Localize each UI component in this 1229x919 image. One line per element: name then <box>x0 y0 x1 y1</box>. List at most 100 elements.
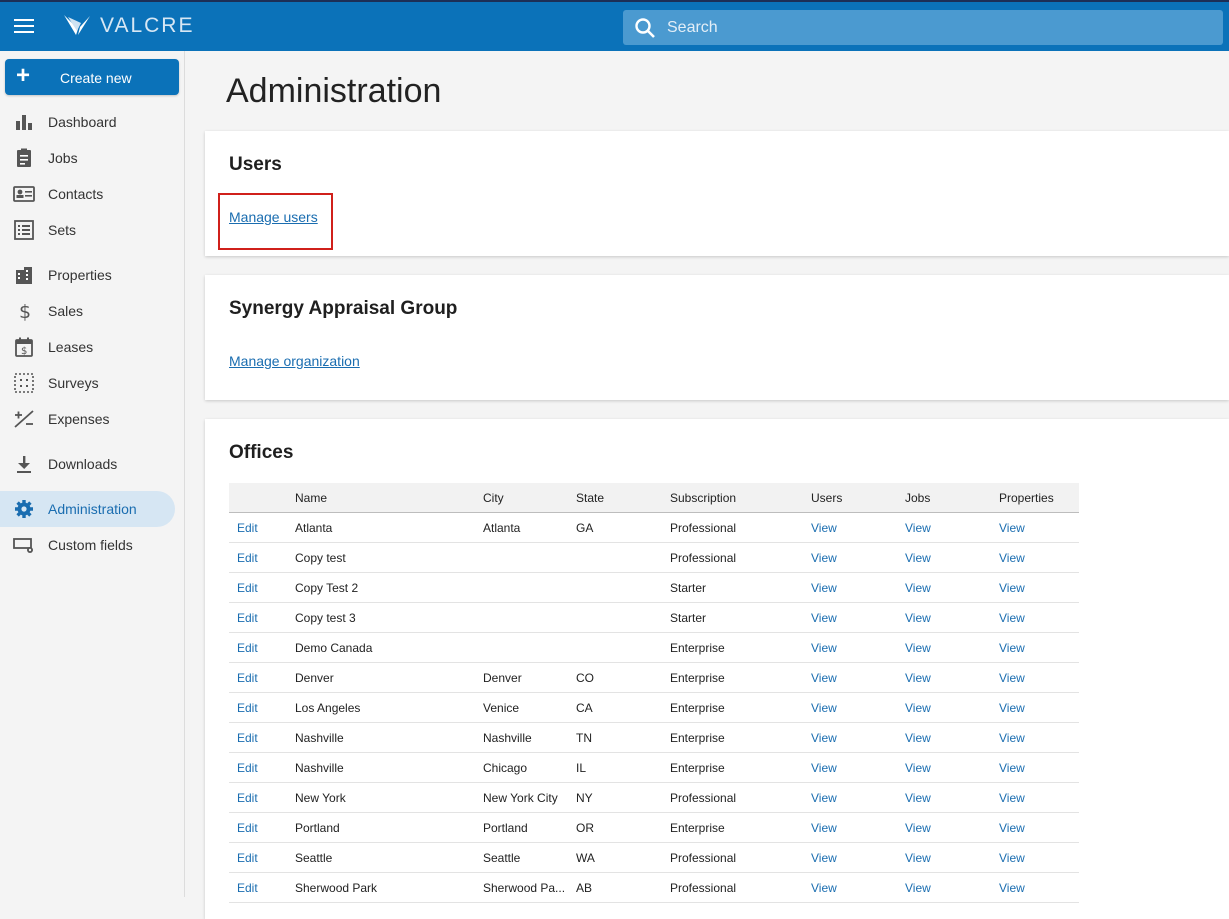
view-properties-link[interactable]: View <box>999 542 1079 573</box>
view-properties-link[interactable]: View <box>999 662 1079 693</box>
table-row: Edit Los Angeles Venice CA Enterprise View Vie… <box>229 692 1079 723</box>
view-properties-link[interactable]: View <box>999 512 1079 543</box>
view-users-link[interactable]: View <box>811 632 905 663</box>
sidebar-item-dashboard[interactable]: Dashboard <box>0 104 175 140</box>
view-properties-link[interactable]: View <box>999 752 1079 783</box>
view-users-link[interactable]: View <box>811 722 905 753</box>
search-bar[interactable] <box>623 10 1223 45</box>
sidebar-item-leases[interactable]: $ Leases <box>0 329 175 365</box>
users-card: Users Manage users <box>205 131 1229 256</box>
view-properties-link[interactable]: View <box>999 842 1079 873</box>
create-new-label: Create new <box>60 70 132 86</box>
view-jobs-link[interactable]: View <box>905 782 999 813</box>
view-jobs-link[interactable]: View <box>905 692 999 723</box>
sidebar-item-label: Sales <box>48 303 84 319</box>
edit-link[interactable]: Edit <box>229 512 295 543</box>
view-jobs-link[interactable]: View <box>905 662 999 693</box>
sidebar-item-label: Jobs <box>48 150 78 166</box>
sidebar-item-administration[interactable]: Administration <box>0 491 175 527</box>
brand-logo[interactable]: VALCRE <box>62 12 194 40</box>
edit-link[interactable]: Edit <box>229 812 295 843</box>
office-city: Venice <box>483 692 576 723</box>
sidebar-item-properties[interactable]: Properties <box>0 257 175 293</box>
view-properties-link[interactable]: View <box>999 872 1079 903</box>
view-jobs-link[interactable]: View <box>905 572 999 603</box>
view-users-link[interactable]: View <box>811 812 905 843</box>
office-name: Los Angeles <box>295 692 483 723</box>
sidebar-item-custom-fields[interactable]: Custom fields <box>0 527 175 563</box>
view-users-link[interactable]: View <box>811 692 905 723</box>
table-row: Edit Atlanta Atlanta GA Professional View View… <box>229 512 1079 543</box>
offices-table: Name City State Subscription Users Jobs … <box>229 483 1079 903</box>
edit-link[interactable]: Edit <box>229 602 295 633</box>
table-header-row: Name City State Subscription Users Jobs … <box>229 483 1079 513</box>
edit-link[interactable]: Edit <box>229 632 295 663</box>
view-properties-link[interactable]: View <box>999 632 1079 663</box>
sidebar-item-label: Sets <box>48 222 77 238</box>
view-jobs-link[interactable]: View <box>905 512 999 543</box>
plus-icon: + <box>16 62 31 89</box>
table-row: Edit Portland Portland OR Enterprise View View… <box>229 812 1079 843</box>
view-users-link[interactable]: View <box>811 872 905 903</box>
create-new-button[interactable]: + Create new <box>5 59 179 95</box>
search-input[interactable] <box>667 10 1207 45</box>
edit-link[interactable]: Edit <box>229 572 295 603</box>
view-users-link[interactable]: View <box>811 572 905 603</box>
view-users-link[interactable]: View <box>811 602 905 633</box>
view-jobs-link[interactable]: View <box>905 812 999 843</box>
sidebar-item-jobs[interactable]: Jobs <box>0 140 175 176</box>
view-users-link[interactable]: View <box>811 542 905 573</box>
view-jobs-link[interactable]: View <box>905 752 999 783</box>
sidebar-item-contacts[interactable]: Contacts <box>0 176 175 212</box>
office-subscription: Starter <box>670 572 811 603</box>
office-city <box>483 602 576 633</box>
office-city: Sherwood Pa... <box>483 872 576 903</box>
wings-logo-icon <box>64 15 90 35</box>
office-subscription: Professional <box>670 512 811 543</box>
office-subscription: Enterprise <box>670 632 811 663</box>
sidebar-item-surveys[interactable]: Surveys <box>0 365 175 401</box>
edit-link[interactable]: Edit <box>229 782 295 813</box>
edit-link[interactable]: Edit <box>229 842 295 873</box>
sidebar-item-expenses[interactable]: Expenses <box>0 401 175 437</box>
edit-link[interactable]: Edit <box>229 722 295 753</box>
view-jobs-link[interactable]: View <box>905 542 999 573</box>
edit-link[interactable]: Edit <box>229 662 295 693</box>
view-properties-link[interactable]: View <box>999 812 1079 843</box>
edit-link[interactable]: Edit <box>229 752 295 783</box>
table-row: Edit Demo Canada Enterprise View View View <box>229 632 1079 663</box>
sidebar-item-downloads[interactable]: Downloads <box>0 446 175 482</box>
hamburger-menu-icon[interactable] <box>14 19 34 33</box>
view-jobs-link[interactable]: View <box>905 632 999 663</box>
view-users-link[interactable]: View <box>811 782 905 813</box>
view-users-link[interactable]: View <box>811 512 905 543</box>
manage-organization-link[interactable]: Manage organization <box>229 353 360 369</box>
office-subscription: Professional <box>670 872 811 903</box>
organization-card: Synergy Appraisal Group Manage organizat… <box>205 275 1229 400</box>
sidebar-item-sales[interactable]: $ Sales <box>0 293 175 329</box>
edit-link[interactable]: Edit <box>229 542 295 573</box>
view-properties-link[interactable]: View <box>999 602 1079 633</box>
column-header-state: State <box>576 483 670 513</box>
column-header-properties: Properties <box>999 483 1079 513</box>
office-name: Portland <box>295 812 483 843</box>
view-jobs-link[interactable]: View <box>905 842 999 873</box>
view-jobs-link[interactable]: View <box>905 722 999 753</box>
edit-link[interactable]: Edit <box>229 872 295 903</box>
edit-link[interactable]: Edit <box>229 692 295 723</box>
view-properties-link[interactable]: View <box>999 782 1079 813</box>
view-properties-link[interactable]: View <box>999 722 1079 753</box>
table-row: Edit New York New York City NY Professional V… <box>229 782 1079 813</box>
view-users-link[interactable]: View <box>811 752 905 783</box>
sidebar-item-sets[interactable]: Sets <box>0 212 175 248</box>
view-users-link[interactable]: View <box>811 842 905 873</box>
view-jobs-link[interactable]: View <box>905 872 999 903</box>
view-properties-link[interactable]: View <box>999 692 1079 723</box>
view-properties-link[interactable]: View <box>999 572 1079 603</box>
view-users-link[interactable]: View <box>811 662 905 693</box>
office-name: New York <box>295 782 483 813</box>
office-name: Denver <box>295 662 483 693</box>
sidebar-item-label: Administration <box>48 501 137 517</box>
view-jobs-link[interactable]: View <box>905 602 999 633</box>
search-icon <box>635 18 655 38</box>
